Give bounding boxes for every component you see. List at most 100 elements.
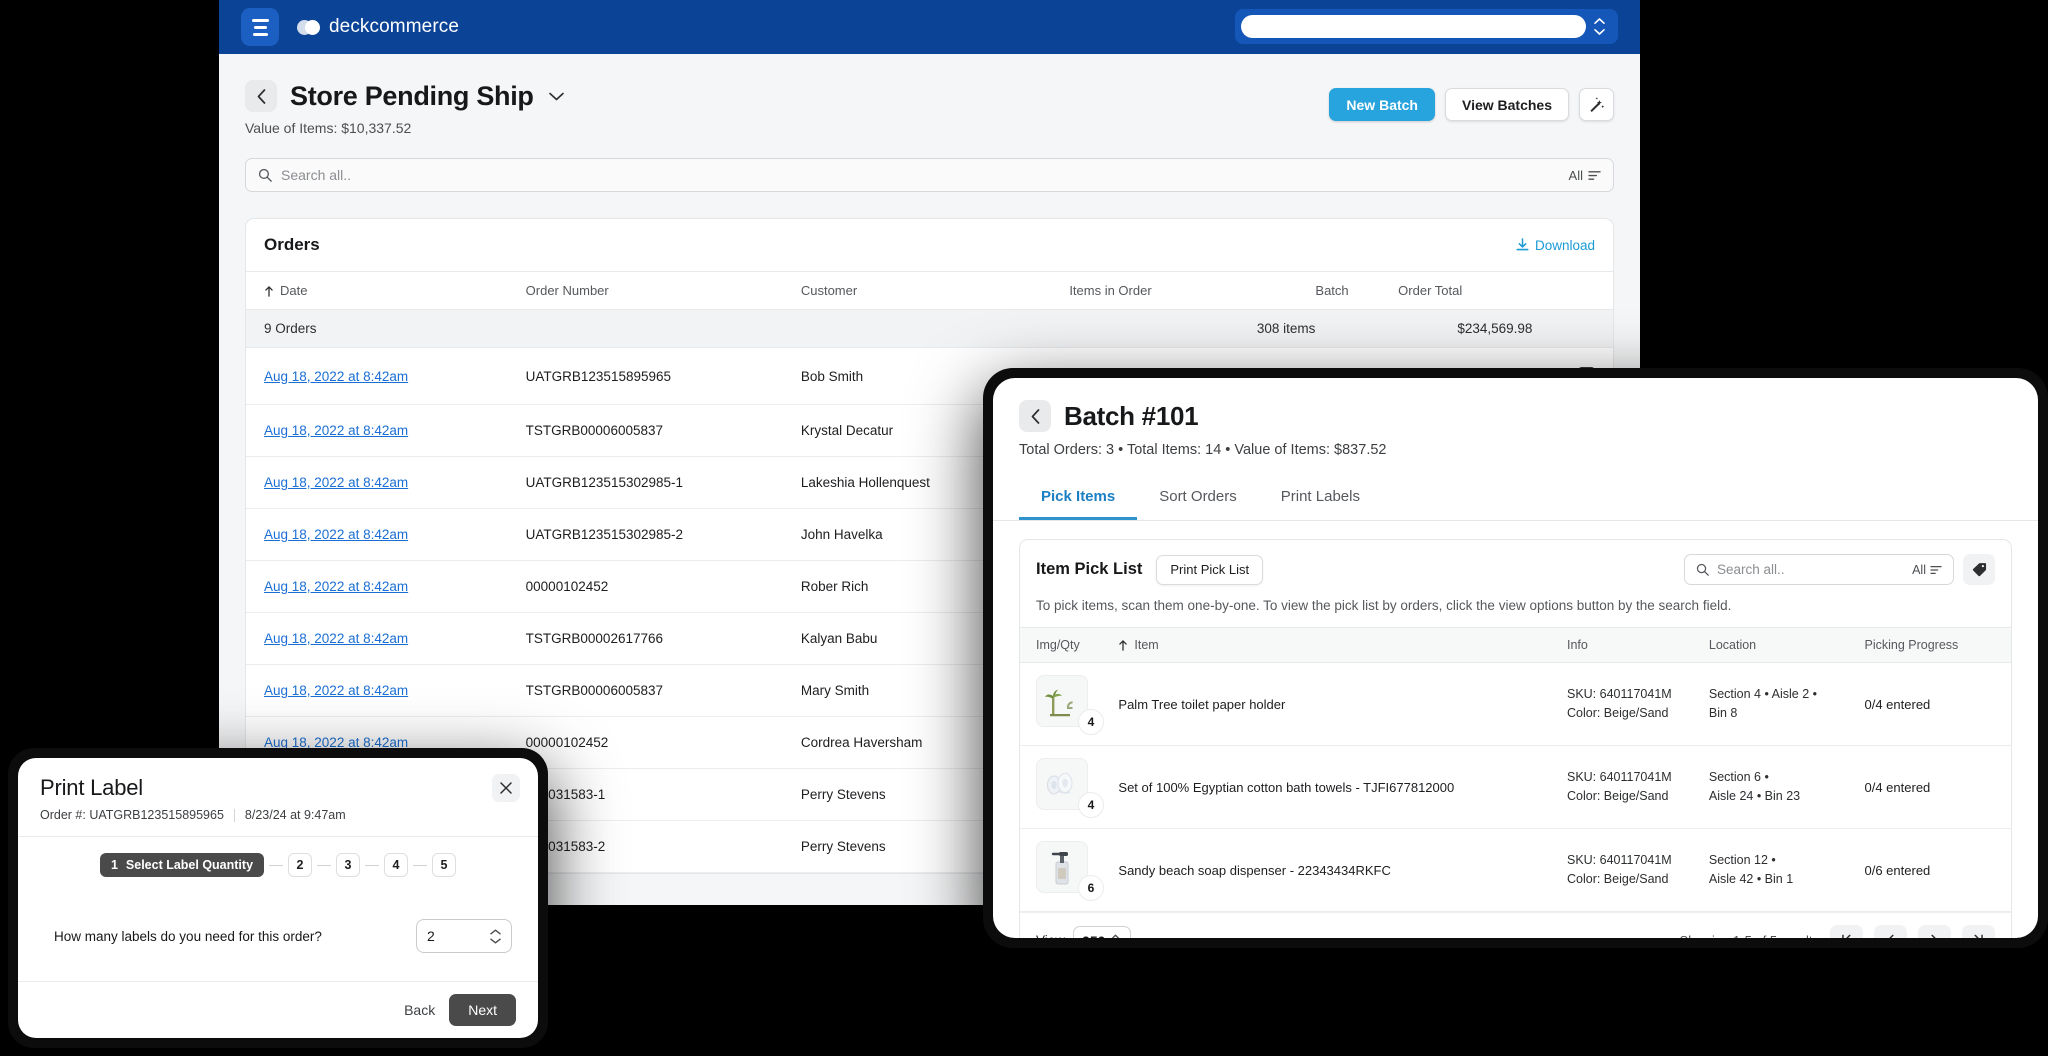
step-3[interactable]: 3	[336, 853, 361, 877]
step-1-current[interactable]: 1 Select Label Quantity	[99, 853, 265, 877]
download-button[interactable]: Download	[1516, 238, 1595, 253]
summary-total: $234,569.98	[1398, 309, 1533, 348]
hamburger-icon[interactable]	[241, 8, 279, 46]
item-qty-badge: 6	[1078, 875, 1104, 901]
pick-list-header-row: Img/Qty Item Info Location Picking Progr…	[1020, 627, 2011, 663]
item-pick-list-title: Item Pick List	[1036, 560, 1143, 578]
item-qty-badge: 4	[1078, 709, 1104, 735]
chevron-left-icon	[1031, 408, 1039, 424]
summary-items: 308 items	[1069, 309, 1316, 348]
col-info[interactable]: Info	[1566, 627, 1709, 663]
pick-item-sku: SKU: 640117041M	[1566, 769, 1672, 784]
view-batches-button[interactable]: View Batches	[1444, 88, 1569, 121]
magic-wand-icon[interactable]	[1579, 88, 1614, 121]
chevron-updown-icon[interactable]	[490, 928, 501, 944]
download-label: Download	[1534, 237, 1595, 253]
summary-blank-4	[1532, 309, 1613, 348]
close-icon[interactable]	[492, 774, 520, 802]
print-label-title: Print Label	[40, 775, 143, 800]
print-label-header: Print Label Order #: UATGRB123515895965 …	[18, 758, 538, 836]
pick-list-search-input[interactable]: Search all.. All	[1684, 554, 1954, 585]
tag-icon[interactable]	[1963, 554, 1995, 585]
col-order-number[interactable]: Order Number	[525, 271, 801, 310]
order-date-link[interactable]: Aug 18, 2022 at 8:42am	[264, 475, 408, 490]
last-page-icon[interactable]	[1962, 925, 1995, 938]
col-item-label: Item	[1134, 638, 1159, 652]
app-topbar: deckcommerce	[219, 0, 1640, 54]
orders-search-filter[interactable]: All	[1569, 168, 1601, 183]
print-pick-list-button[interactable]: Print Pick List	[1156, 554, 1264, 585]
pick-list-search-filter[interactable]: All	[1912, 563, 1942, 577]
order-date-link[interactable]: Aug 18, 2022 at 8:42am	[264, 423, 408, 438]
pick-item-progress: 0/4 entered	[1864, 745, 2011, 829]
order-number: TSTGRB00002617766	[525, 612, 801, 665]
pick-item-color: Color: Beige/Sand	[1566, 706, 1669, 720]
step-divider	[269, 864, 284, 866]
pick-item-location-line2: Aisle 24 • Bin 23	[1708, 789, 1801, 803]
tab-sort-orders[interactable]: Sort Orders	[1137, 480, 1259, 520]
batch-summary: Total Orders: 3 • Total Items: 14 • Valu…	[1019, 442, 1387, 458]
page-title-dropdown-icon[interactable]	[548, 92, 564, 101]
step-5[interactable]: 5	[432, 853, 457, 877]
tab-print-labels[interactable]: Print Labels	[1259, 480, 1382, 520]
batch-panel: Batch #101 Total Orders: 3 • Total Items…	[993, 378, 2038, 938]
new-batch-button[interactable]: New Batch	[1329, 88, 1435, 121]
table-row[interactable]: 6 Sandy beach soap dispenser - 22343434R…	[1020, 828, 2011, 912]
batch-tabs: Pick Items Sort Orders Print Labels	[993, 480, 2038, 521]
step-2[interactable]: 2	[288, 853, 313, 877]
back-button[interactable]: Back	[404, 1002, 435, 1018]
search-icon	[1696, 563, 1709, 576]
chevron-left-icon	[257, 88, 265, 104]
page-size-select[interactable]: 250	[1073, 925, 1132, 938]
order-number: TSTGRB00006005837	[525, 664, 801, 717]
pick-list-table: Img/Qty Item Info Location Picking Progr…	[1020, 627, 2011, 912]
orders-search-bar[interactable]: Search all.. All	[245, 158, 1614, 192]
order-date-link[interactable]: Aug 18, 2022 at 8:42am	[264, 579, 408, 594]
orders-card-title: Orders	[264, 235, 320, 254]
order-date-link[interactable]: Aug 18, 2022 at 8:42am	[264, 631, 408, 646]
col-location[interactable]: Location	[1708, 627, 1865, 663]
col-items-in-order[interactable]: Items in Order	[1069, 271, 1316, 310]
next-page-icon[interactable]	[1918, 925, 1951, 938]
next-button[interactable]: Next	[449, 994, 516, 1026]
batch-back-button[interactable]	[1019, 400, 1051, 432]
step-4[interactable]: 4	[384, 853, 409, 877]
sort-ascending-icon	[1118, 640, 1128, 651]
order-date-link[interactable]: Aug 18, 2022 at 8:42am	[264, 369, 408, 384]
page-subtitle: Value of Items: $10,337.52	[245, 120, 412, 136]
pick-item-location-line1: Section 4 • Aisle 2 •	[1708, 686, 1817, 701]
col-date[interactable]: Date	[246, 271, 526, 310]
chevron-updown-icon	[1111, 934, 1121, 938]
batch-detail-window: Batch #101 Total Orders: 3 • Total Items…	[983, 368, 2048, 948]
topbar-select-value	[1241, 15, 1586, 38]
back-button[interactable]	[245, 80, 277, 112]
col-item[interactable]: Item	[1118, 627, 1567, 663]
print-label-modal: Print Label Order #: UATGRB123515895965 …	[18, 758, 538, 1038]
col-order-total[interactable]: Order Total	[1398, 271, 1533, 310]
col-picking-progress[interactable]: Picking Progress	[1864, 627, 2011, 663]
step-divider	[317, 864, 332, 866]
table-row[interactable]: 4 Palm Tree toilet paper holder SKU: 640…	[1020, 662, 2011, 746]
order-date-link[interactable]: Aug 18, 2022 at 8:42am	[264, 527, 408, 542]
pick-item-color: Color: Beige/Sand	[1566, 872, 1669, 886]
pick-item-name: Palm Tree toilet paper holder	[1118, 662, 1567, 746]
col-customer[interactable]: Customer	[800, 271, 1070, 310]
col-batch[interactable]: Batch	[1315, 271, 1399, 310]
label-quantity-stepper[interactable]: 2	[416, 919, 512, 953]
first-page-icon[interactable]	[1830, 925, 1863, 938]
step-divider	[413, 864, 428, 866]
pick-item-sku: SKU: 640117041M	[1566, 852, 1672, 867]
table-row[interactable]: 4 Set of 100% Egyptian cotton bath towel…	[1020, 745, 2011, 829]
tab-pick-items[interactable]: Pick Items	[1019, 480, 1138, 520]
topbar-location-select[interactable]	[1235, 9, 1618, 44]
label-quantity-row: How many labels do you need for this ord…	[40, 919, 516, 953]
step-1-number: 1	[110, 858, 118, 872]
filter-icon	[1588, 170, 1601, 180]
previous-page-icon[interactable]	[1874, 925, 1907, 938]
orders-search-placeholder: Search all..	[281, 167, 352, 183]
order-date-link[interactable]: Aug 18, 2022 at 8:42am	[264, 683, 408, 698]
step-1-label: Select Label Quantity	[125, 858, 254, 872]
label-quantity-question: How many labels do you need for this ord…	[54, 928, 322, 944]
batch-header: Batch #101 Total Orders: 3 • Total Items…	[993, 378, 2038, 458]
summary-count: 9 Orders	[246, 309, 526, 348]
